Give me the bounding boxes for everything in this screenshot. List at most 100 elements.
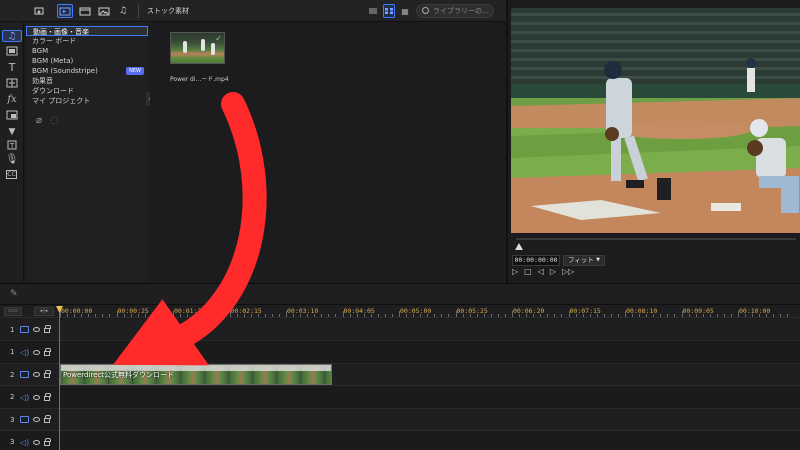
audio-track-icon[interactable]: ◁) <box>20 393 29 401</box>
scrub-handle[interactable] <box>515 243 523 250</box>
visibility-eye-icon[interactable] <box>33 394 40 400</box>
image-filter-button[interactable] <box>97 4 111 18</box>
track-lock-icon[interactable] <box>44 437 51 446</box>
ruler-tick <box>702 314 704 317</box>
zoom-fit-dropdown[interactable]: フィット ▼ <box>563 255 605 266</box>
preview-timecode[interactable]: 00:00:00:00 <box>512 255 560 266</box>
track-video-3[interactable]: 3 <box>0 409 800 431</box>
video-filter-button[interactable] <box>78 4 92 18</box>
ruler-tick <box>632 314 634 317</box>
category-downloads[interactable]: ダウンロード <box>26 86 148 96</box>
caption-room-button[interactable]: CC <box>6 170 17 179</box>
svg-text:T: T <box>9 142 15 150</box>
remove-tag-button[interactable]: ◌ <box>50 115 59 126</box>
track-lock-icon[interactable] <box>44 370 51 378</box>
ruler-tick <box>130 314 132 317</box>
visibility-eye-icon[interactable] <box>33 372 40 377</box>
ruler-tick <box>95 314 97 317</box>
visibility-eye-icon[interactable] <box>33 417 40 422</box>
preview-scrub-bar[interactable] <box>516 238 796 240</box>
list-view-button[interactable] <box>367 4 379 18</box>
track-number: 1 <box>10 325 15 334</box>
category-sound-effects[interactable]: 効果音 <box>26 76 148 86</box>
track-video-2[interactable]: 2 Powerdirect公式無料ダウンロード <box>0 364 800 386</box>
title-image-room-button[interactable] <box>5 46 19 58</box>
media-room-button[interactable]: ♫ <box>2 30 22 42</box>
video-track-icon[interactable] <box>20 371 29 378</box>
timeline-ruler[interactable]: ▭▭ ▸|◂ 00:00:00 00:00:25 00:01:20 00:02:15 0… <box>0 305 800 318</box>
category-media[interactable]: 動画・画像・音楽 <box>26 26 148 36</box>
timeline-toolbar: ✎ <box>0 283 800 305</box>
playhead-line[interactable] <box>59 306 60 450</box>
track-lock-icon[interactable] <box>44 325 51 333</box>
library-toolbar: ♫ ストック素材 ▦ ライブラリーの… <box>0 0 506 22</box>
category-bgm-meta[interactable]: BGM (Meta) <box>26 56 148 66</box>
track-audio-3[interactable]: 3 ◁) <box>0 431 800 450</box>
step-forward-icon: ▷ <box>549 267 557 276</box>
track-video-1[interactable]: 1 <box>0 319 800 341</box>
next-frame-button[interactable]: ▷ <box>550 267 556 276</box>
image-icon <box>98 7 110 15</box>
fast-forward-icon: ▷▷ <box>562 267 575 276</box>
ruler-tick <box>462 314 464 317</box>
category-bgm-soundstripe[interactable]: BGM (Soundstripe) NEW <box>26 66 148 76</box>
ruler-tick <box>434 314 436 317</box>
ruler-tick <box>81 314 83 317</box>
visibility-eye-icon[interactable] <box>33 327 40 332</box>
thumb-figure <box>201 39 205 51</box>
category-color-board[interactable]: カラー ボード <box>26 36 148 46</box>
ruler-tick <box>526 314 528 317</box>
effect-room-button[interactable]: fx <box>5 94 19 106</box>
track-manager-button[interactable]: ▭▭ <box>4 307 22 316</box>
ruler-tick <box>469 314 471 317</box>
video-track-icon[interactable] <box>20 326 29 333</box>
ruler-tick <box>399 311 400 317</box>
visibility-eye-icon[interactable] <box>33 349 40 355</box>
ruler-tick <box>674 314 676 317</box>
ruler-tick <box>695 314 697 317</box>
edit-tools-button[interactable]: ✎ <box>10 289 18 299</box>
ruler-tick <box>74 314 76 317</box>
stock-media-button[interactable]: ストック素材 <box>138 4 197 18</box>
video-track-icon[interactable] <box>20 416 29 423</box>
category-my-projects[interactable]: マイ プロジェクト <box>26 96 148 106</box>
voice-over-button[interactable]: 🎙︎ <box>5 154 19 166</box>
play-button[interactable]: ▷ <box>512 267 518 276</box>
category-panel: 動画・画像・音楽 カラー ボード BGM BGM (Meta) BGM (Sou… <box>26 22 148 282</box>
thumbnail-view-button[interactable] <box>383 4 395 18</box>
list-view-icon <box>369 8 377 14</box>
timeline-zoom-button[interactable]: ▸|◂ <box>34 307 54 316</box>
audio-filter-button[interactable]: ♫ <box>116 4 130 18</box>
ruler-tick <box>137 314 139 317</box>
stop-button[interactable]: □ <box>524 267 532 276</box>
transition-room-button[interactable] <box>5 78 19 90</box>
import-media-button[interactable] <box>32 4 46 18</box>
track-audio-1[interactable]: 1 ◁) <box>0 341 800 364</box>
visibility-eye-icon[interactable] <box>33 439 40 445</box>
title-room-button[interactable]: T <box>5 62 19 74</box>
media-thumbnail[interactable]: ✓ <box>170 32 225 64</box>
fast-forward-button[interactable]: ▷▷ <box>562 267 574 276</box>
timeline-video-clip[interactable]: Powerdirect公式無料ダウンロード <box>60 364 332 385</box>
pip-room-button[interactable] <box>5 110 19 122</box>
add-tag-button[interactable]: ⌀ <box>36 115 42 126</box>
track-lock-icon[interactable] <box>44 347 51 356</box>
previous-frame-button[interactable]: ◁ <box>538 267 544 276</box>
track-header: 2 <box>0 364 58 385</box>
thumb-figure <box>211 43 215 55</box>
ruler-tick <box>420 314 422 317</box>
subtitle-room-button[interactable]: T <box>5 140 19 152</box>
ruler-tick <box>370 314 372 317</box>
library-search-input[interactable]: ライブラリーの… <box>416 4 494 18</box>
app-grid-button[interactable]: ▦ <box>399 4 411 18</box>
track-lock-icon[interactable] <box>44 392 51 401</box>
track-audio-2[interactable]: 2 ◁) <box>0 386 800 409</box>
audio-track-icon[interactable]: ◁) <box>20 348 29 356</box>
media-library-tab[interactable] <box>57 4 73 18</box>
ruler-tick <box>151 314 153 317</box>
ruler-tick <box>533 314 535 317</box>
category-bgm[interactable]: BGM <box>26 46 148 56</box>
audio-track-icon[interactable]: ◁) <box>20 438 29 446</box>
particle-room-button[interactable]: ▼ <box>5 126 19 138</box>
track-lock-icon[interactable] <box>44 415 51 423</box>
